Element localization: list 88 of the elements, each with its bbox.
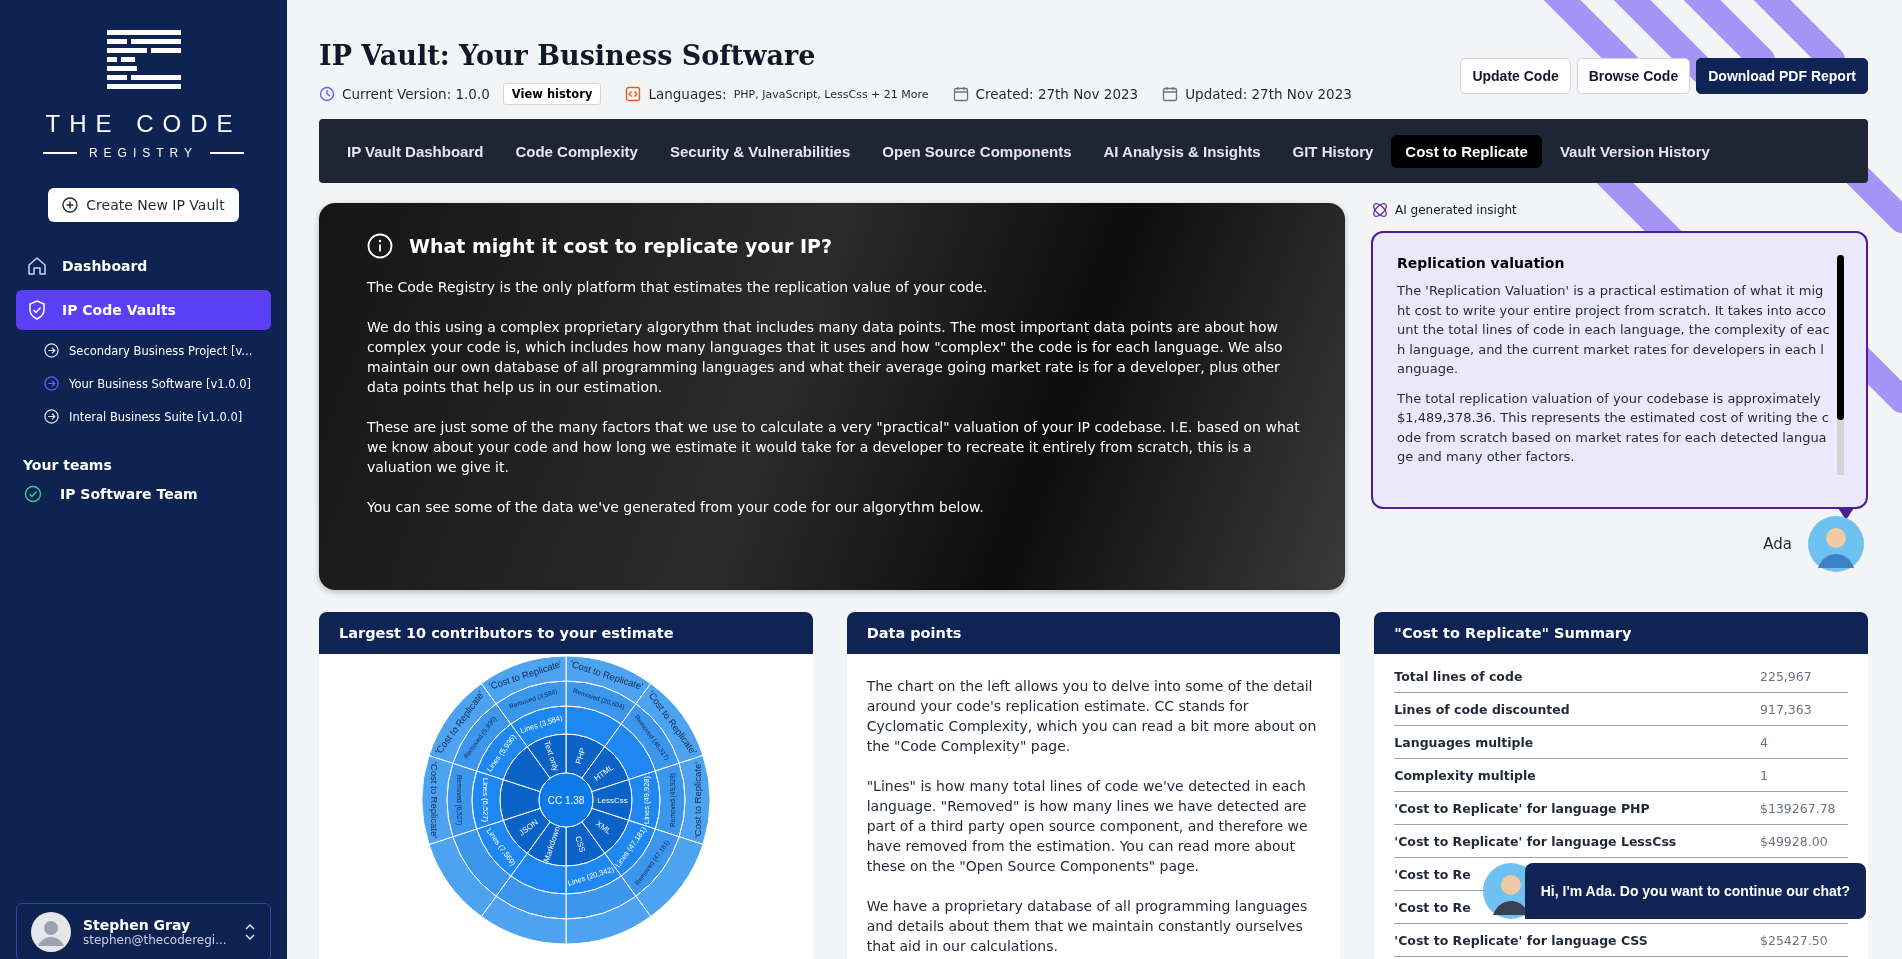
- hero-paragraph: We do this using a complex proprietary algorythm that includes many data points. The most important data points are about how complex your code is, which includes how many languages that it uses and how "complex" the code is for each language. We also maintain our own database of all programming languages and what their average going market rate is for a developer, plus other data points that help us in our estimation.: [367, 318, 1284, 397]
- summary-label: 'Cost to Re: [1394, 866, 1472, 882]
- check-circle-icon: [24, 485, 42, 503]
- sparkle-orbit-icon: [1371, 201, 1389, 219]
- summary-value: 1: [1760, 767, 1769, 783]
- section-heading: Your teams: [22, 457, 113, 473]
- summary-label: 'Cost to Replicate' for language CSS: [1394, 932, 1649, 948]
- summary-value: 4: [1760, 734, 1769, 750]
- summary-value: 917,363: [1760, 701, 1813, 717]
- code-icon: [625, 86, 642, 102]
- summary-value: 225,967: [1760, 668, 1813, 684]
- team-link[interactable]: IP Software Team: [16, 473, 271, 515]
- data-points-paragraph: "Lines" is how many total lines of code we've detected in each language. "Removed" is how many lines we have detected are part of a third party open source component, and therefore we have removed from the estimation. You can read more about these on the "Open Source Components" page.: [866, 777, 1309, 876]
- tab[interactable]: GIT History: [1278, 134, 1388, 168]
- summary-value: $139267.78: [1760, 800, 1837, 816]
- chart-label: 'Cost to Replicate': [691, 762, 703, 838]
- summary-value: $25427.50: [1760, 932, 1829, 948]
- calendar-icon: [952, 86, 969, 102]
- languages-label: Languages:: [648, 86, 727, 102]
- chart-segment[interactable]: 'Cost to Replicate': [678, 755, 711, 845]
- tab[interactable]: Open Source Components: [868, 134, 1086, 168]
- vault-link[interactable]: Secondary Business Project [v...: [16, 334, 271, 367]
- insight-paragraph: The total replication valuation of your codebase is approximately $1,489,378.36. This represents the estimated cost of writing the code from scratch based on market rates for each detected language and many other factors.: [1397, 389, 1830, 466]
- chart-center[interactable]: CC 1.38: [538, 772, 594, 828]
- summary-label: Complexity multiple: [1394, 767, 1537, 783]
- panel-header: Largest 10 contributors to your estimate: [319, 612, 813, 654]
- summary-label: 'Cost to Re: [1394, 899, 1472, 915]
- hero-paragraph: The Code Registry is the only platform that estimates the replication value of your code.: [367, 278, 989, 297]
- chart-segment[interactable]: [480, 895, 567, 944]
- scrollbar[interactable]: [1837, 255, 1844, 475]
- panel-header: "Cost to Replicate" Summary: [1374, 612, 1868, 654]
- view-history-button[interactable]: View history: [502, 83, 602, 105]
- version-label: Current Version: 1.0.0: [342, 86, 490, 102]
- chart-segment[interactable]: [499, 779, 541, 821]
- date-label: Created: 27th Nov 2023: [975, 86, 1139, 102]
- chart-label: CC 1.38: [547, 795, 585, 806]
- sidebar-nav-item[interactable]: IP Code Vaults: [16, 290, 271, 330]
- summary-label: 'Cost to Replicate' for language PHP: [1394, 800, 1651, 816]
- create-vault-button[interactable]: Create New IP Vault: [48, 188, 239, 222]
- home-icon: [26, 255, 48, 277]
- data-points-paragraph: We have a proprietary database of all programming languages and details about them that we maintain constantly ourselves that aid in our calculations.: [866, 897, 1309, 956]
- page-title: IP Vault: Your Business Software: [319, 40, 817, 71]
- vault-link[interactable]: Your Business Software [v1.0.0]: [16, 367, 271, 400]
- tab[interactable]: Vault Version History: [1545, 134, 1724, 168]
- tab[interactable]: Code Complexity: [501, 134, 652, 168]
- chevron-up-down-icon: [244, 923, 256, 941]
- chart-label: 'Cost to Replicate': [429, 762, 441, 838]
- ai-insight-label: AI generated insight: [1395, 203, 1517, 217]
- header-button[interactable]: Browse Code: [1576, 58, 1691, 94]
- summary-value: $49928.00: [1760, 833, 1829, 849]
- info-icon: [367, 233, 393, 259]
- summary-label: 'Cost to Replicate' for language LessCss: [1394, 833, 1678, 849]
- insight-paragraph: The 'Replication Valuation' is a practical estimation of what it might cost to write your entire project from scratch. It takes into account the total lines of code in each language, the complexity of each language, and the current market rates for developers in each language.: [1397, 282, 1831, 378]
- summary-label: Lines of code discounted: [1394, 701, 1571, 717]
- chart-segment[interactable]: [565, 895, 652, 944]
- user-email: stephen@thecoderegi...: [83, 933, 228, 947]
- panel-header: Data points: [846, 612, 1341, 654]
- languages-value: PHP, JavaScript, LessCss + 21 More: [733, 87, 929, 101]
- shield-check-icon: [26, 299, 48, 321]
- assistant-name: Ada: [1763, 535, 1792, 553]
- summary-label: Languages multiple: [1394, 734, 1535, 750]
- hero-paragraph: You can see some of the data we've generated from your code for our algorythm below.: [367, 498, 985, 517]
- avatar: [1808, 516, 1864, 572]
- chart-segment[interactable]: [495, 875, 567, 920]
- hero-heading: What might it cost to replicate your IP?: [409, 235, 832, 257]
- header-button[interactable]: Download PDF Report: [1696, 58, 1868, 94]
- clock-icon: [319, 86, 335, 102]
- tab[interactable]: Security & Vulnerabilities: [655, 134, 865, 168]
- avatar: [31, 912, 71, 952]
- chat-popup[interactable]: Hi, I'm Ada. Do you want to continue our chat?: [1524, 863, 1866, 919]
- date-label: Updated: 27th Nov 2023: [1185, 86, 1352, 102]
- calendar-icon: [1162, 86, 1179, 102]
- tab[interactable]: IP Vault Dashboard: [333, 134, 498, 168]
- logo-wordmark: THE CODE: [45, 110, 242, 138]
- tab[interactable]: AI Analysis & Insights: [1089, 134, 1275, 168]
- vault-link[interactable]: Interal Business Suite [v1.0.0]: [16, 400, 271, 433]
- logo-subtitle: REGISTRY: [88, 146, 199, 160]
- header-button[interactable]: Update Code: [1460, 58, 1571, 94]
- plus-circle-icon: [62, 197, 79, 213]
- data-points-paragraph: The chart on the left allows you to delve into some of the detail around your code's replication estimate. CC stands for Cyclomatic Complexity, which you can read a bit more about on the "Code Complexity" page.: [866, 677, 1318, 756]
- sidebar-nav-item[interactable]: Dashboard: [16, 246, 271, 286]
- chart-segment[interactable]: 'Cost to Replicate': [421, 755, 454, 845]
- tab[interactable]: Cost to Replicate: [1391, 134, 1542, 168]
- insight-title: Replication valuation: [1397, 255, 1566, 271]
- summary-label: Total lines of code: [1394, 668, 1524, 684]
- user-name: Stephen Gray: [83, 917, 192, 933]
- chart-label: LessCss: [597, 795, 628, 805]
- hero-paragraph: These are just some of the many factors that we use to calculate a very "practical" valuation of your IP codebase. I.E. based on what we know about your code and how long we estimate it would take for a developer to recreate it entirely from scratch, this is a valuation we give it.: [367, 418, 1301, 477]
